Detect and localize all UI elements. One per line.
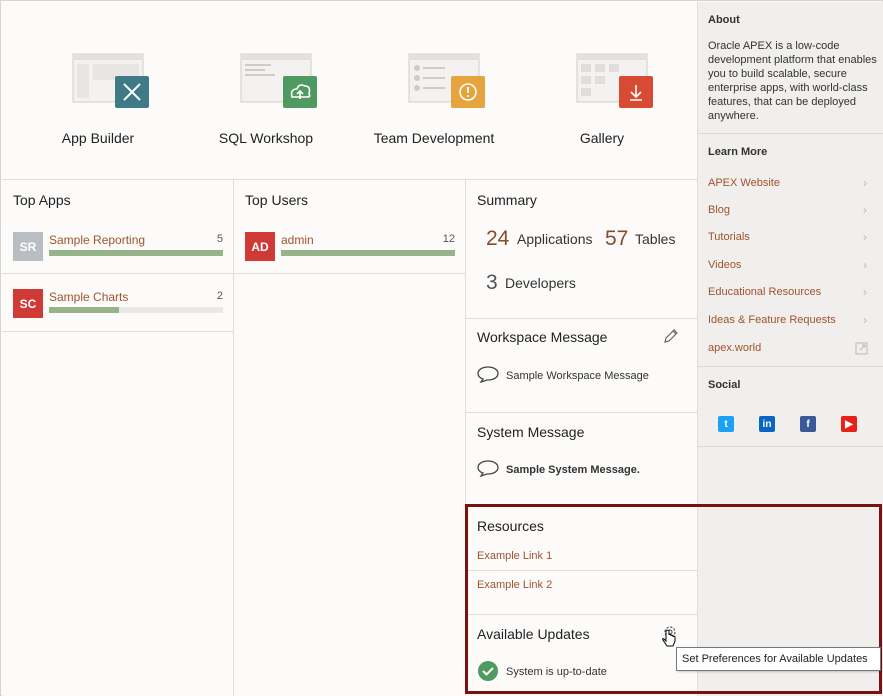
sidebar-link-label: Videos (708, 259, 742, 271)
sidebar-link-tutorials[interactable]: Tutorials › (698, 225, 883, 252)
user-count: 12 (442, 233, 455, 245)
hand-cursor-icon (662, 629, 676, 647)
user-link[interactable]: admin (281, 233, 314, 247)
sidebar-link-label: Tutorials (708, 231, 750, 243)
app-link[interactable]: Sample Reporting (49, 233, 145, 247)
top-users-title: Top Users (245, 192, 309, 208)
app-builder-tile[interactable]: App Builder (13, 2, 183, 180)
tile-label: Team Development (373, 130, 495, 146)
divider (466, 570, 697, 571)
summary-title: Summary (477, 192, 537, 208)
chevron-right-icon: › (863, 176, 867, 190)
tile-label: Gallery (579, 130, 625, 146)
sql-workshop-tile[interactable]: SQL Workshop (181, 2, 351, 180)
available-updates-title: Available Updates (477, 626, 590, 642)
resource-link-2[interactable]: Example Link 2 (477, 579, 552, 591)
workspace-message-text: Sample Workspace Message (506, 370, 649, 382)
social-title: Social (708, 379, 741, 391)
developers-count: 3 (486, 271, 498, 294)
tile-label: SQL Workshop (218, 130, 314, 146)
divider (698, 133, 883, 134)
usage-bar (281, 250, 455, 256)
tile-label: App Builder (61, 130, 135, 146)
sidebar-link-educational-resources[interactable]: Educational Resources › (698, 280, 883, 307)
top-users-region: Top Users AD admin 12 (234, 180, 466, 696)
chevron-right-icon: › (863, 203, 867, 217)
main-content: App Builder SQL Workshop Team Developmen… (2, 2, 697, 696)
sidebar-link-apex-website[interactable]: APEX Website › (698, 171, 883, 198)
developers-label[interactable]: Developers (505, 275, 576, 291)
resource-link-1[interactable]: Example Link 1 (477, 550, 552, 562)
sidebar-link-label: Blog (708, 204, 731, 216)
learn-more-title: Learn More (708, 146, 768, 158)
linkedin-icon[interactable]: in (759, 416, 775, 432)
avatar: AD (245, 232, 275, 261)
sidebar-link-apex-world[interactable]: apex.world (698, 336, 883, 363)
sidebar-link-label: APEX Website (708, 177, 780, 189)
message-icon (477, 366, 499, 383)
team-development-tile[interactable]: Team Development (349, 2, 519, 180)
system-message-region: System Message Sample System Message. (466, 413, 697, 507)
app-frame: App Builder SQL Workshop Team Developmen… (0, 0, 883, 696)
message-icon (477, 460, 499, 477)
sidebar-link-videos[interactable]: Videos › (698, 253, 883, 280)
chevron-right-icon: › (863, 285, 867, 299)
applications-label[interactable]: Applications (517, 231, 593, 247)
team-development-icon (408, 53, 485, 108)
list-item[interactable]: AD admin 12 (234, 216, 465, 274)
workspace-message-title: Workspace Message (477, 329, 608, 345)
app-builder-icon (72, 53, 149, 108)
divider (698, 446, 883, 447)
external-link-icon (855, 342, 868, 355)
gallery-tile[interactable]: Gallery (517, 2, 687, 180)
system-message-text: Sample System Message. (506, 464, 640, 476)
resources-region: Resources Example Link 1 Example Link 2 (466, 507, 697, 615)
list-item[interactable]: SR Sample Reporting 5 (2, 216, 233, 274)
sidebar-link-label: Ideas & Feature Requests (708, 314, 836, 326)
summary-region: Summary 24 Applications 57 Tables 3 Deve… (466, 180, 697, 319)
sidebar-link-label: Educational Resources (708, 286, 822, 298)
tables-label[interactable]: Tables (635, 231, 675, 247)
usage-bar (49, 307, 223, 313)
system-message-title: System Message (477, 424, 585, 440)
about-title: About (708, 14, 740, 26)
workspace-message-region: Workspace Message Sample Workspace Messa… (466, 319, 697, 413)
applications-count: 24 (486, 227, 510, 250)
update-status-text: System is up-to-date (506, 666, 607, 678)
chevron-right-icon: › (863, 258, 867, 272)
avatar: SR (13, 232, 43, 261)
right-column: Summary 24 Applications 57 Tables 3 Deve… (466, 180, 697, 696)
usage-bar (49, 250, 223, 256)
app-link[interactable]: Sample Charts (49, 290, 128, 304)
sidebar-link-ideas[interactable]: Ideas & Feature Requests › (698, 308, 883, 335)
app-count: 2 (216, 290, 223, 302)
resources-title: Resources (477, 518, 544, 534)
app-count: 5 (216, 233, 223, 245)
chevron-right-icon: › (863, 313, 867, 327)
youtube-icon[interactable]: ▶ (841, 416, 857, 432)
sidebar-link-blog[interactable]: Blog › (698, 198, 883, 225)
list-item[interactable]: SC Sample Charts 2 (2, 274, 233, 332)
sql-workshop-icon (240, 53, 317, 108)
check-circle-icon (478, 661, 498, 681)
tooltip: Set Preferences for Available Updates (676, 647, 881, 671)
top-apps-region: Top Apps SR Sample Reporting 5 SC Sample… (2, 180, 234, 696)
about-text: Oracle APEX is a low-code development pl… (708, 40, 877, 122)
facebook-icon[interactable]: f (800, 416, 816, 432)
gallery-icon (576, 53, 653, 108)
top-apps-title: Top Apps (13, 192, 71, 208)
avatar: SC (13, 289, 43, 318)
sidebar: About Oracle APEX is a low-code developm… (697, 2, 883, 696)
edit-icon[interactable] (663, 328, 679, 344)
divider (698, 366, 883, 367)
tables-count: 57 (605, 227, 629, 250)
twitter-icon[interactable]: t (718, 416, 734, 432)
chevron-right-icon: › (863, 230, 867, 244)
sidebar-link-label: apex.world (708, 342, 762, 354)
component-tiles: App Builder SQL Workshop Team Developmen… (2, 2, 697, 180)
